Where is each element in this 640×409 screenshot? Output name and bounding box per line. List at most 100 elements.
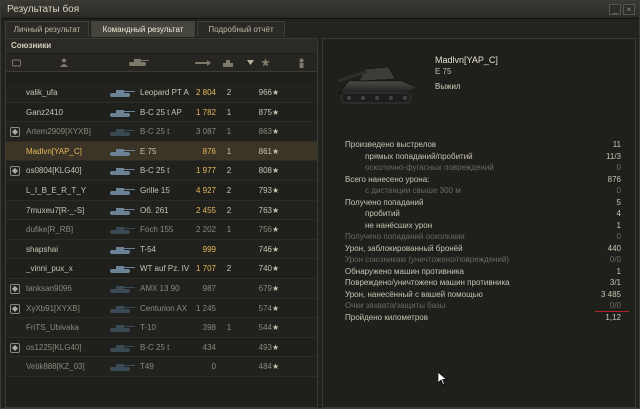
ally-row[interactable]: shapshai T-54 999 746 ★ [6,239,317,260]
ally-row[interactable]: ◆ XyXb91[XYXB] Centurion AX 1 245 574 ★ [6,299,317,319]
player-name-cell: shapshai [26,244,59,254]
stat-value: 3/1 [609,278,621,287]
tank-silhouette-icon [110,109,135,117]
mouse-cursor-icon [438,372,447,385]
stat-value: 440 [607,243,621,253]
frags-cell: 2 [226,88,232,97]
player-name-cell: valik_ufa [26,88,58,97]
stat-row: Урон, заблокированный бронёй 440 [345,244,625,256]
minimize-button[interactable]: _ [609,4,621,15]
platoon-icon[interactable] [10,57,22,68]
tank-silhouette-icon [110,325,135,333]
stat-label: Пройдено километров [345,312,428,322]
allies-table-header [6,54,317,72]
tank-silhouette-icon [110,188,135,195]
xp-star-icon: ★ [272,264,280,274]
stat-value: 0/0 [609,255,621,264]
clan-badge-icon: ◆ [10,166,20,177]
player-icon[interactable] [58,57,70,68]
tab-personal-result[interactable]: Личный результат [5,21,89,37]
tank-name-cell: Centurion AX [140,303,188,313]
player-name-cell: L_I_B_E_R_T_Y [26,186,87,195]
xp-cell: 793 [258,186,272,195]
damage-cell: 1 977 [195,166,216,176]
frags-cell: 1 [226,127,232,137]
ally-row[interactable]: valik_ufa Leopard PT A 2 804 2 966 ★ [6,83,317,103]
sort-arrow-icon[interactable] [244,57,256,68]
stat-row: Получено попаданий осколками 0 [345,232,625,244]
ally-row[interactable]: L_I_B_E_R_T_Y Grille 15 4 927 2 793 ★ [6,181,317,201]
tank-icon[interactable] [126,57,150,68]
stat-row: Очки захвата/защиты базы 0/0 [345,301,625,313]
ally-row[interactable]: Madlvn[YAP_C] E 75 876 1 861 ★ [6,141,317,162]
stat-value: 876 [607,174,621,184]
stat-label: с дистанции свыше 300 м [365,186,461,195]
ally-row[interactable]: ◆ Artem2909[XYXB] B-C 25 t 3 087 1 863 ★ [6,122,317,142]
tank-name-cell: AMX 13 90 [140,284,180,293]
ally-row[interactable]: dufike[R_RB] Foch 155 2 202 1 756 ★ [6,220,317,240]
player-name-cell: Ganz2410 [26,107,63,117]
ally-row[interactable]: ◆ os0804[KLG40] B-C 25 t 1 977 2 808 ★ [6,161,317,181]
tab-detailed-report[interactable]: Подробный отчёт [197,21,285,37]
stat-row: с дистанции свыше 300 м 0 [345,186,625,198]
tank-name-cell: B-C 25 t [140,166,170,176]
ally-row[interactable]: ◆ tanksan9096 AMX 13 90 987 679 ★ [6,279,317,299]
tab-bar: Личный результат Командный результат Под… [5,21,635,37]
ally-row[interactable]: Vetik888[KZ_03] T49 0 484 ★ [6,357,317,377]
xp-cell: 861 [258,146,272,156]
close-button[interactable]: × [623,4,635,15]
xp-star-icon: ★ [272,205,280,215]
player-status: Выжил [435,82,461,91]
title-bar[interactable]: Результаты боя _ × [1,1,639,19]
stat-label: осколочно-фугасных повреждений [365,163,494,172]
stat-label: Получено попаданий [345,197,424,207]
stat-row: Повреждено/уничтожено машин противника 3/… [345,278,625,290]
tank-silhouette-icon [110,266,135,274]
damage-icon[interactable] [190,57,216,68]
ally-row[interactable]: ◆ os1225[KLG40] B-C 25 t 434 493 ★ [6,338,317,358]
stat-row: Обнаружено машин противника 1 [345,267,625,279]
player-name-cell: tanksan9096 [26,284,72,293]
stat-label: Получено попаданий осколками [345,232,465,241]
tank-name-cell: T-10 [140,323,157,333]
tank-silhouette-icon [110,344,135,352]
stat-label: Урон, нанесённый с вашей помощью [345,289,483,299]
tank-name-cell: WT auf Pz. IV [140,264,190,274]
frags-cell: 2 [226,205,232,215]
tank-silhouette-icon [110,364,135,372]
xp-cell: 763 [258,205,272,215]
tank-name-cell: B-C 25 t [140,342,170,352]
stat-row: Урон, нанесённый с вашей помощью 3 485 [345,290,625,302]
tank-silhouette-icon [110,227,135,235]
ally-row[interactable]: Ganz2410 B-C 25 t AP 1 782 1 875 ★ [6,103,317,123]
stat-value: 11 [612,140,621,149]
xp-cell: 863 [258,127,272,137]
stat-value: 11/3 [606,151,621,161]
tank-name-cell: Grille 15 [140,186,170,195]
allies-panel: Союзники valik_ufa Leopard PT A 2 804 2 … [5,38,318,408]
stat-value: 1 [616,220,621,230]
xp-star-icon: ★ [272,244,280,254]
stat-label: прямых попаданий/пробитий [365,151,473,161]
stat-row: Получено попаданий 5 [345,198,625,210]
stat-row: Всего нанесено урона: 876 [345,175,625,187]
tank-name-cell: Об. 261 [140,205,169,215]
tank-name-cell: B-C 25 t AP [140,107,182,117]
ally-row[interactable]: FriTS_Ubivaka T-10 398 1 544 ★ [6,318,317,338]
stat-row: прямых попаданий/пробитий 11/3 [345,152,625,164]
xp-star-icon[interactable] [258,57,272,68]
player-name-cell: os1225[KLG40] [26,342,82,352]
xp-cell: 746 [258,244,272,254]
clan-badge-icon: ◆ [10,303,20,314]
status-icon[interactable] [294,57,308,68]
xp-cell: 966 [258,88,272,97]
ally-row[interactable]: 7muxeu7[R-_-S] Об. 261 2 455 2 763 ★ [6,200,317,221]
ally-row[interactable]: _vinni_pux_x WT auf Pz. IV 1 707 2 740 ★ [6,259,317,279]
tank-silhouette-icon [110,90,135,97]
frags-icon[interactable] [220,57,236,68]
damage-cell: 999 [202,244,216,254]
tank-silhouette-icon [110,207,135,215]
xp-cell: 740 [258,264,272,274]
tab-team-result[interactable]: Командный результат [91,21,195,37]
damage-cell: 2 202 [195,225,216,235]
